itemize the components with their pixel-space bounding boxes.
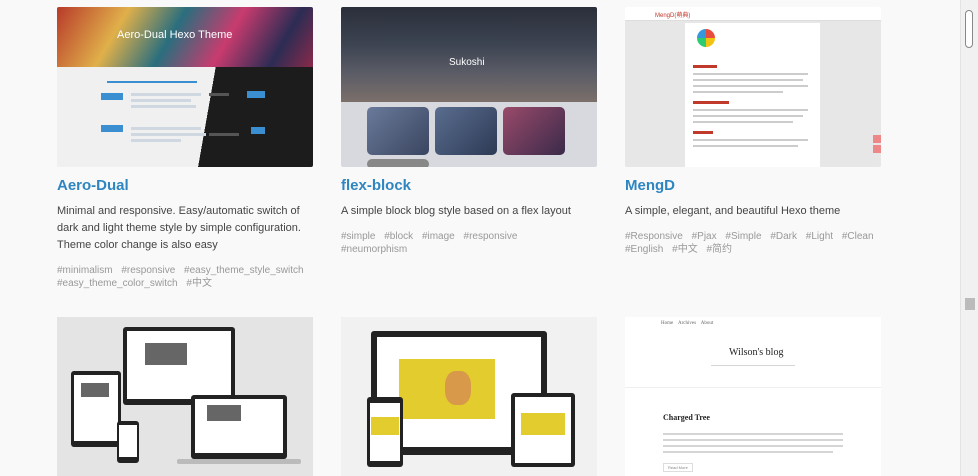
- theme-description: A simple block blog style based on a fle…: [341, 205, 571, 217]
- read-more-button[interactable]: Read More: [663, 463, 693, 472]
- tag[interactable]: #中文: [186, 278, 212, 289]
- tag[interactable]: #English: [625, 244, 663, 255]
- tag[interactable]: #中文: [672, 244, 698, 255]
- theme-description: Minimal and responsive. Easy/automatic s…: [57, 205, 301, 251]
- theme-thumbnail[interactable]: Home Archives About Wilson's blog Charge…: [625, 317, 881, 476]
- theme-name-link[interactable]: flex-block: [341, 177, 411, 194]
- theme-thumbnail[interactable]: MengD(萌典): [625, 7, 881, 167]
- tag[interactable]: #simple: [341, 231, 375, 242]
- theme-tags: #minimalism #responsive #easy_theme_styl…: [57, 264, 313, 290]
- tag[interactable]: #Dark: [770, 231, 797, 242]
- theme-gallery: Aero-Dual Hexo Theme Aero-Dual Minimal a…: [0, 0, 960, 476]
- theme-thumbnail[interactable]: Aero-Dual Hexo Theme: [57, 7, 313, 167]
- tag[interactable]: #简约: [706, 244, 732, 255]
- tag[interactable]: #minimalism: [57, 265, 113, 276]
- theme-name-link[interactable]: MengD: [625, 177, 675, 194]
- tag[interactable]: #image: [422, 231, 455, 242]
- theme-thumbnail[interactable]: [341, 317, 597, 476]
- thumb-title: Sukoshi: [449, 57, 485, 68]
- tag[interactable]: #Responsive: [625, 231, 683, 242]
- theme-thumbnail[interactable]: [57, 317, 313, 476]
- blog-post-title: Charged Tree: [663, 413, 710, 422]
- tag[interactable]: #easy_theme_color_switch: [57, 278, 178, 289]
- scrollbar-marker: [965, 298, 975, 310]
- thumb-title: Aero-Dual Hexo Theme: [117, 29, 233, 41]
- blog-title: Wilson's blog: [729, 347, 784, 358]
- page-scrollbar[interactable]: [960, 0, 978, 476]
- tag[interactable]: #Light: [806, 231, 833, 242]
- tag[interactable]: #responsive: [121, 265, 175, 276]
- tag[interactable]: #Clean: [842, 231, 874, 242]
- scrollbar-thumb[interactable]: [965, 10, 973, 48]
- tag[interactable]: #neumorphism: [341, 244, 407, 255]
- tag[interactable]: #Pjax: [692, 231, 717, 242]
- blog-nav-item: About: [700, 321, 714, 326]
- theme-name-link[interactable]: Aero-Dual: [57, 177, 129, 194]
- blog-nav-item: Archives: [677, 321, 697, 326]
- theme-tags: #simple #block #image #responsive #neumo…: [341, 230, 597, 256]
- tag[interactable]: #responsive: [464, 231, 518, 242]
- blog-nav-item: Home: [661, 321, 674, 326]
- theme-description: A simple, elegant, and beautiful Hexo th…: [625, 205, 841, 217]
- tag[interactable]: #block: [384, 231, 413, 242]
- tag[interactable]: #easy_theme_style_switch: [184, 265, 304, 276]
- theme-tags: #Responsive #Pjax #Simple #Dark #Light #…: [625, 230, 881, 256]
- tag[interactable]: #Simple: [725, 231, 761, 242]
- thumb-title: MengD(萌典): [655, 13, 691, 19]
- theme-thumbnail[interactable]: Sukoshi: [341, 7, 597, 167]
